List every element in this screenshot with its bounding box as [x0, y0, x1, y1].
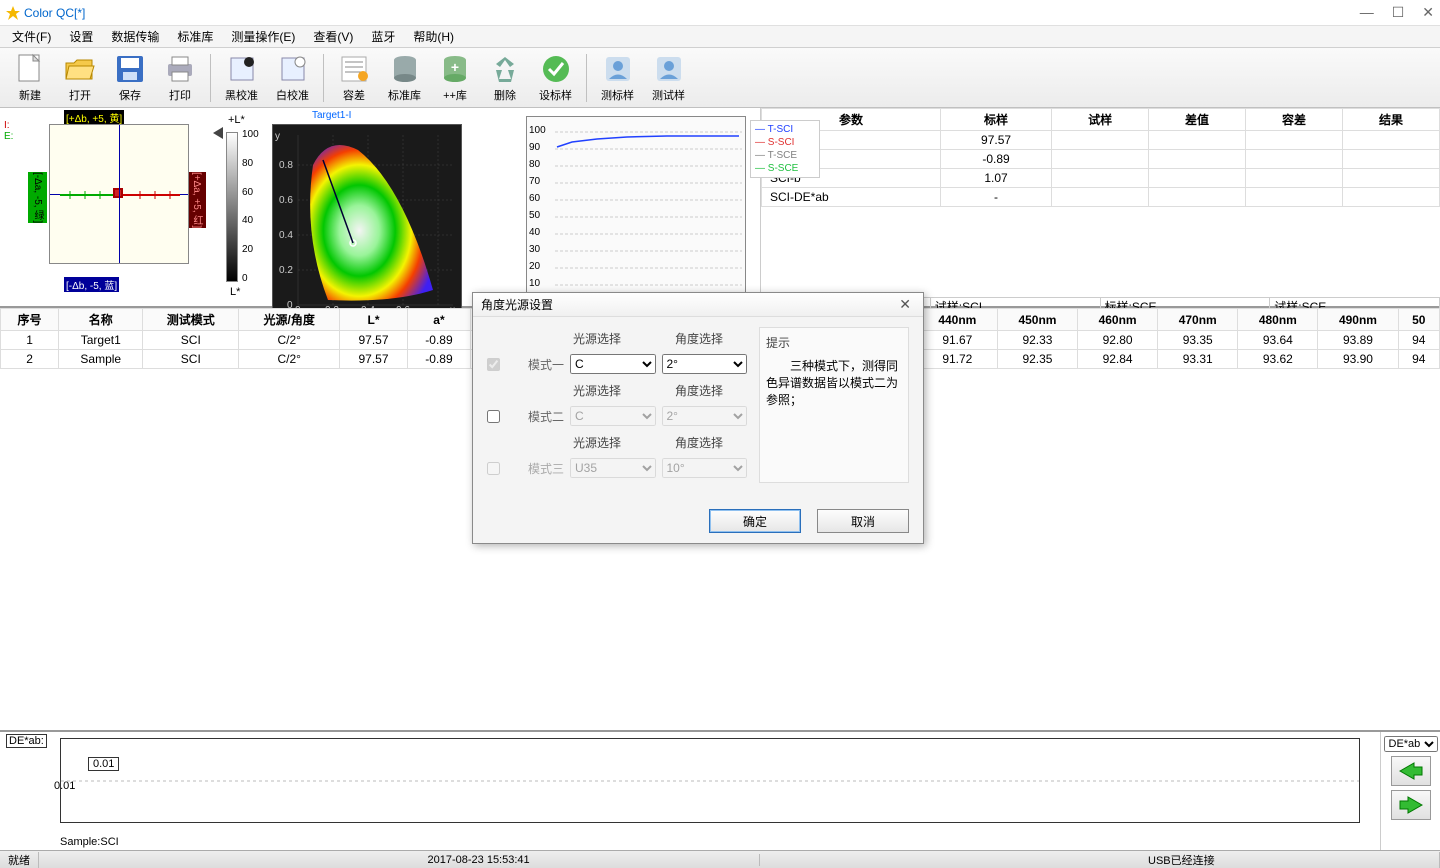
database-icon [389, 53, 421, 85]
ie-labels: I: E: [4, 112, 20, 302]
de-select[interactable]: DE*ab [1384, 736, 1438, 752]
list-icon [338, 53, 370, 85]
ab-marker [113, 188, 123, 198]
black-cal-icon [226, 53, 258, 85]
titlebar: Color QC[*] — ☐ ✕ [0, 0, 1440, 26]
print-button[interactable]: 打印 [156, 51, 204, 105]
window-title: Color QC[*] [24, 6, 1360, 20]
toolbar: 新建 打开 保存 打印 黑校准 白校准 容差 标准库 +++库 删除 设标样 测… [0, 48, 1440, 108]
lstar-bar: +L* 1008060 40200 L* [208, 112, 268, 302]
set-std-button[interactable]: 设标样 [531, 51, 580, 105]
folder-open-icon [64, 53, 96, 85]
menubar: 文件(F) 设置 数据传输 标准库 测量操作(E) 查看(V) 蓝牙 帮助(H) [0, 26, 1440, 48]
status-ready: 就绪 [0, 852, 39, 868]
mode2-ang-select: 2° [662, 406, 748, 426]
ok-button[interactable]: 确定 [709, 509, 801, 533]
check-icon [540, 53, 572, 85]
spectrum-plot: 1009080 706050 403020 10 [526, 116, 746, 306]
status-usb: USB已经连接 [1140, 852, 1440, 868]
user-icon [602, 53, 634, 85]
dialog-close-icon[interactable]: ✕ [895, 296, 915, 313]
menu-help[interactable]: 帮助(H) [405, 26, 462, 47]
meas-sample-button[interactable]: 测试样 [644, 51, 693, 105]
statusbar: 就绪 2017-08-23 15:53:41 USB已经连接 [0, 850, 1440, 868]
mode2-src-select: C [570, 406, 656, 426]
prev-button[interactable] [1391, 756, 1431, 786]
menu-measure[interactable]: 测量操作(E) [223, 26, 303, 47]
cie-label: Target1-I [312, 110, 351, 121]
menu-standard-lib[interactable]: 标准库 [169, 26, 221, 47]
menu-file[interactable]: 文件(F) [4, 26, 59, 47]
white-cal-icon [277, 53, 309, 85]
user2-icon [653, 53, 685, 85]
std-lib-button[interactable]: 标准库 [380, 51, 429, 105]
cie-plot: 0.8 0.6 0.4 0.2 0 y 0 0.2 0.4 0.6 x [272, 124, 462, 319]
new-button[interactable]: 新建 [6, 51, 54, 105]
minimize-button[interactable]: — [1360, 4, 1374, 21]
menu-bluetooth[interactable]: 蓝牙 [363, 26, 403, 47]
printer-icon [164, 53, 196, 85]
tolerance-button[interactable]: 容差 [330, 51, 378, 105]
mode1-checkbox [487, 358, 500, 371]
delete-button[interactable]: 删除 [481, 51, 529, 105]
close-button[interactable]: ✕ [1422, 4, 1434, 21]
menu-settings[interactable]: 设置 [61, 26, 101, 47]
mode2-checkbox[interactable] [487, 410, 500, 423]
database-plus-icon: + [439, 53, 471, 85]
right-controls: DE*ab [1380, 732, 1440, 850]
white-cal-button[interactable]: 白校准 [268, 51, 317, 105]
file-icon [14, 53, 46, 85]
meas-std-button[interactable]: 测标样 [593, 51, 642, 105]
mode1-src-select[interactable]: C [570, 354, 656, 374]
mode3-checkbox [487, 462, 500, 475]
menu-data-transfer[interactable]: 数据传输 [103, 26, 167, 47]
plus-lib-button[interactable]: +++库 [431, 51, 479, 105]
de-chart: DE*ab: 0.01 0.01 Sample:SCI [0, 732, 1380, 850]
status-time: 2017-08-23 15:53:41 [420, 854, 760, 866]
save-button[interactable]: 保存 [106, 51, 154, 105]
app-icon [6, 6, 20, 20]
black-cal-button[interactable]: 黑校准 [217, 51, 266, 105]
mode3-ang-select: 10° [662, 458, 748, 478]
ab-plot: [+Δb, +5, 黄] [-Δb, -5, 蓝] [-Δa, -5, 绿] [… [24, 112, 204, 302]
angle-illuminant-dialog: 角度光源设置 ✕ 光源选择角度选择 模式一 C 2° 光源选择角度选择 模式二 … [472, 292, 924, 544]
spectrum-legend: — T-SCI — S-SCI — T-SCE — S-SCE [750, 120, 820, 178]
svg-text:+: + [451, 59, 459, 75]
dialog-tip: 提示 三种模式下，测得同色异谱数据皆以模式二为参照； [759, 327, 909, 483]
mode3-src-select: U35 [570, 458, 656, 478]
maximize-button[interactable]: ☐ [1392, 4, 1405, 21]
mode1-ang-select[interactable]: 2° [662, 354, 748, 374]
open-button[interactable]: 打开 [56, 51, 104, 105]
floppy-icon [114, 53, 146, 85]
cancel-button[interactable]: 取消 [817, 509, 909, 533]
param-table: 参数标样 试样差值 容差结果 SCI-L*97.57 SCI-a*-0.89 S… [760, 108, 1440, 306]
recycle-icon [489, 53, 521, 85]
dialog-title: 角度光源设置 [481, 296, 895, 313]
next-button[interactable] [1391, 790, 1431, 820]
menu-view[interactable]: 查看(V) [305, 26, 361, 47]
